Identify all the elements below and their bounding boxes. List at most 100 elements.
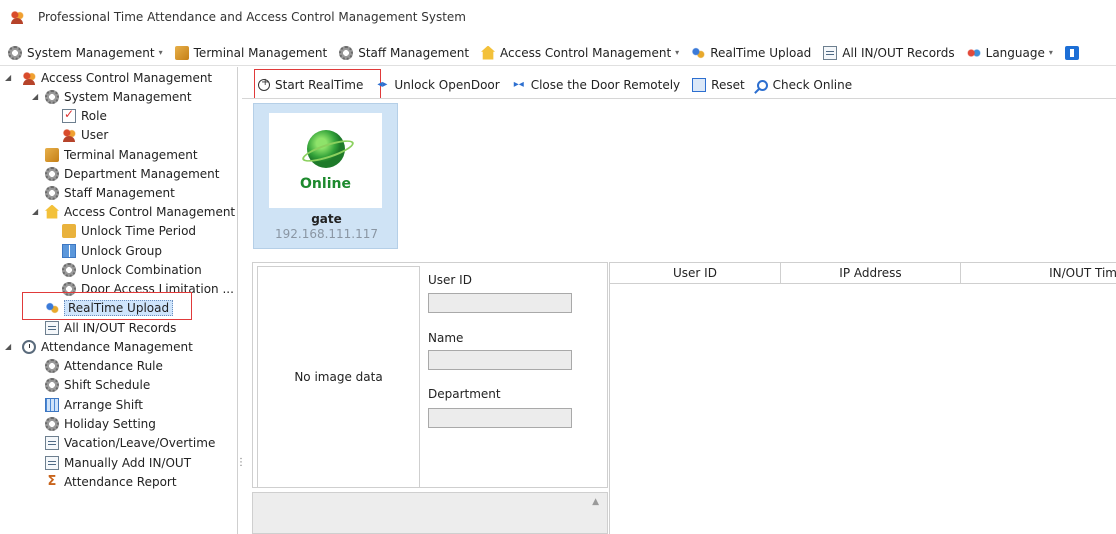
tree-item-holiday-setting[interactable]: Holiday Setting <box>45 414 156 433</box>
office-icon <box>1064 45 1079 60</box>
house-icon <box>45 204 59 219</box>
box-icon <box>45 147 59 162</box>
department-field[interactable] <box>428 408 572 428</box>
table-icon <box>45 397 59 412</box>
column-header-ip-address[interactable]: IP Address <box>781 263 961 283</box>
tree-expander-icon[interactable]: ◢ <box>32 207 38 216</box>
tree-item-manually-add-inout[interactable]: Manually Add IN/OUT <box>45 453 191 472</box>
tree-expander-icon[interactable]: ◢ <box>32 92 38 101</box>
device-name: gate <box>311 212 342 226</box>
menu-all-inout-records[interactable]: All IN/OUT Records <box>823 45 955 60</box>
lock-icon <box>62 223 76 238</box>
people-icon <box>22 70 36 85</box>
app-logo-icon <box>10 10 24 24</box>
upload-icon <box>45 300 59 315</box>
department-label: Department <box>428 387 501 401</box>
menu-system-management[interactable]: System Management ▾ <box>8 45 163 60</box>
tree-expander-icon[interactable]: ◢ <box>5 342 11 351</box>
user-id-label: User ID <box>428 273 472 287</box>
menu-realtime-upload[interactable]: RealTime Upload <box>691 45 811 60</box>
device-ip: 192.168.111.117 <box>274 227 379 241</box>
user-photo: No image data <box>257 266 420 488</box>
menu-office[interactable] <box>1064 45 1084 60</box>
globe-icon <box>306 129 345 168</box>
tree-item-all-inout-records[interactable]: All IN/OUT Records <box>45 318 176 337</box>
tree-item-unlock-group[interactable]: Unlock Group <box>62 241 162 260</box>
menu-staff-management[interactable]: Staff Management <box>339 45 469 60</box>
device-list: Online gate 192.168.111.117 <box>242 98 1116 254</box>
chevron-down-icon: ▾ <box>158 48 163 57</box>
log-panel: ▲ <box>252 492 608 534</box>
gear-icon <box>45 89 59 104</box>
door-close-icon: ▸◂ <box>513 79 524 90</box>
device-tile[interactable]: Online gate 192.168.111.117 <box>253 103 398 249</box>
document-icon <box>45 455 59 470</box>
device-status: Online <box>300 175 351 192</box>
tree-item-system-management[interactable]: System Management <box>45 87 192 106</box>
table-header: User ID IP Address IN/OUT Tim <box>610 262 1116 284</box>
column-header-user-id[interactable]: User ID <box>610 263 781 283</box>
scroll-up-icon[interactable]: ▲ <box>592 497 599 507</box>
chevron-down-icon: ▾ <box>1048 48 1053 57</box>
main-menu-bar: System Management ▾ Terminal Management S… <box>0 40 1116 66</box>
user-id-field[interactable] <box>428 293 572 313</box>
splitter-handle[interactable]: ⋮ <box>236 458 246 482</box>
gear-icon <box>45 358 59 373</box>
start-realtime-button[interactable]: Start RealTime <box>258 77 363 92</box>
tree-item-user[interactable]: User <box>62 125 108 144</box>
name-field[interactable] <box>428 350 572 370</box>
records-table: User ID IP Address IN/OUT Tim <box>609 262 1116 534</box>
tree-item-unlock-time-period[interactable]: Unlock Time Period <box>62 221 196 240</box>
door-open-icon: ◂▸ <box>377 79 388 90</box>
check-online-button[interactable]: Check Online <box>756 78 852 92</box>
clock-icon <box>22 339 36 354</box>
tree-item-staff-management[interactable]: Staff Management <box>45 183 175 202</box>
tree-item-unlock-combination[interactable]: Unlock Combination <box>62 260 202 279</box>
gear-icon <box>45 377 59 392</box>
tree-item-role[interactable]: Role <box>62 106 107 125</box>
document-icon <box>45 435 59 450</box>
close-door-button[interactable]: ▸◂ Close the Door Remotely <box>512 78 680 92</box>
user-icon <box>62 127 76 142</box>
tree-expander-icon[interactable]: ◢ <box>5 73 11 82</box>
tree-item-realtime-upload[interactable]: RealTime Upload <box>45 298 174 317</box>
tree-item-arrange-shift[interactable]: Arrange Shift <box>45 395 143 414</box>
menu-language[interactable]: Language ▾ <box>966 45 1053 60</box>
unlock-opendoor-button[interactable]: ◂▸ Unlock OpenDoor <box>375 78 499 92</box>
tree-item-shift-schedule[interactable]: Shift Schedule <box>45 375 150 394</box>
reset-button[interactable]: Reset <box>692 78 745 92</box>
tree-item-door-access-limitation[interactable]: Door Access Limitation ... <box>62 279 234 298</box>
box-icon <box>174 45 189 60</box>
menu-access-control-management[interactable]: Access Control Management ▾ <box>481 45 680 60</box>
device-status-image: Online <box>269 113 382 208</box>
tree-item-access-control-root[interactable]: Access Control Management <box>22 68 212 87</box>
tree-item-department-management[interactable]: Department Management <box>45 164 219 183</box>
reset-icon <box>692 78 707 92</box>
gear-icon <box>45 416 59 431</box>
house-icon <box>481 45 496 60</box>
upload-icon <box>691 45 706 60</box>
tree-item-attendance-rule[interactable]: Attendance Rule <box>45 356 163 375</box>
gear-icon <box>45 166 59 181</box>
gear-icon <box>62 281 76 296</box>
column-header-inout-time[interactable]: IN/OUT Tim <box>961 263 1116 283</box>
user-detail-panel: No image data User ID Name Department <box>252 262 608 488</box>
chevron-down-icon: ▾ <box>675 48 680 57</box>
language-icon <box>966 45 981 60</box>
checkbox-icon <box>62 107 76 123</box>
tree-item-vacation-leave-overtime[interactable]: Vacation/Leave/Overtime <box>45 433 215 452</box>
realtime-toolbar: Start RealTime ◂▸Unlock OpenDoor ▸◂Close… <box>242 73 1116 97</box>
gear-icon <box>62 262 76 277</box>
group-icon <box>62 243 76 258</box>
search-icon <box>756 79 768 91</box>
tree-item-access-control-management[interactable]: Access Control Management <box>45 202 235 221</box>
sigma-icon: Σ <box>47 473 57 489</box>
menu-terminal-management[interactable]: Terminal Management <box>174 45 327 60</box>
navigation-tree: ◢ Access Control Management ◢ System Man… <box>0 67 238 534</box>
tree-item-terminal-management[interactable]: Terminal Management <box>45 145 198 164</box>
document-icon <box>45 320 59 335</box>
document-icon <box>823 45 838 60</box>
gear-icon <box>8 45 22 60</box>
tree-item-attendance-management[interactable]: Attendance Management <box>22 337 193 356</box>
tree-item-attendance-report[interactable]: Σ Attendance Report <box>45 472 177 491</box>
